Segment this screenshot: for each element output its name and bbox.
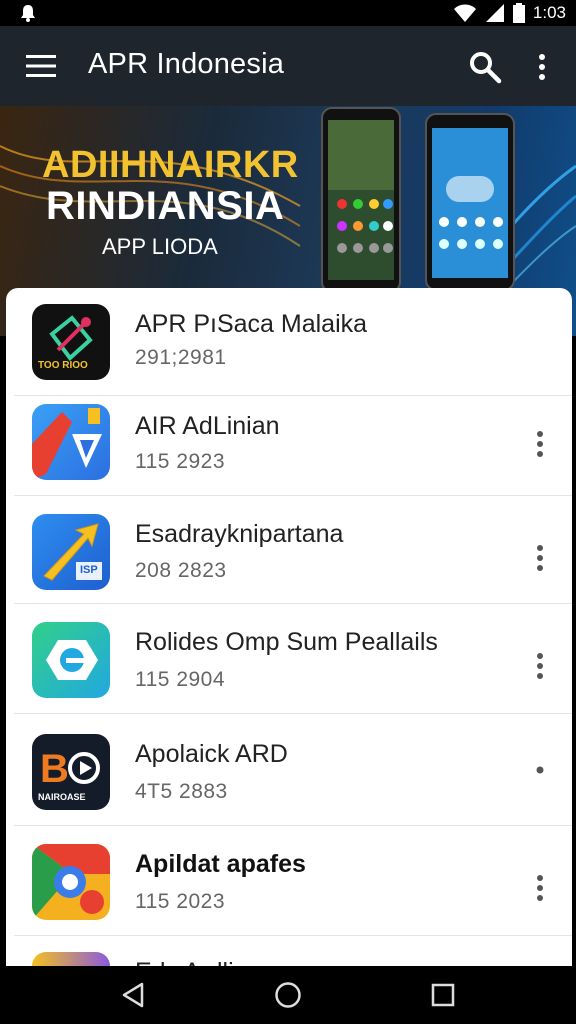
app-icon: B NAIROASE	[32, 734, 110, 810]
more-vert-icon[interactable]	[530, 428, 550, 460]
app-meta: 208 2823	[135, 559, 227, 582]
search-icon[interactable]	[468, 50, 502, 84]
list-item[interactable]: B NAIROASE Apolaick ARD 4T5 2883	[6, 718, 572, 826]
app-logo-icon	[32, 844, 110, 920]
status-time: 1:03	[532, 3, 566, 22]
battery-icon	[512, 3, 525, 23]
phone-image-1	[321, 107, 401, 293]
list-item[interactable]: ISP Esadrayknipartana 208 2823	[6, 496, 572, 604]
app-icon-label: NAIROASE	[38, 792, 86, 802]
app-name: Rolides Omp Sum Peallails	[135, 628, 438, 656]
app-bar: APR Indonesia	[0, 26, 576, 106]
app-name: Apolaick ARD	[135, 740, 288, 768]
recents-icon[interactable]	[428, 980, 458, 1010]
divider	[14, 825, 572, 826]
app-meta: 115 2923	[135, 450, 226, 473]
more-vert-icon[interactable]	[530, 872, 550, 904]
app-logo-icon	[43, 523, 102, 581]
app-name: Esadrayknipartana	[135, 520, 344, 548]
list-item[interactable]: Apildat apafes 115 2023	[6, 828, 572, 936]
status-bar: 1:03	[0, 0, 576, 26]
divider	[14, 935, 572, 936]
divider	[14, 713, 572, 714]
app-name: Apildat apafes	[135, 850, 306, 878]
app-meta: 291;2981	[135, 346, 227, 369]
more-vert-icon[interactable]	[530, 650, 550, 682]
list-item[interactable]: TOO RIOO APR PıSaca Malaika 291;2981	[6, 288, 572, 396]
banner-subtitle: APP LIODA	[102, 234, 218, 259]
app-icon	[32, 622, 110, 698]
notification-icon	[21, 5, 35, 22]
divider	[14, 603, 572, 604]
app-meta: 4T5 2883	[135, 780, 228, 803]
signal-icon	[485, 4, 504, 22]
home-icon[interactable]	[273, 980, 303, 1010]
app-icon: ISP	[32, 514, 110, 590]
app-list: TOO RIOO APR PıSaca Malaika 291;2981 AIR…	[6, 288, 572, 988]
app-icon-label: ISP	[80, 564, 98, 576]
more-vert-icon[interactable]	[530, 542, 550, 574]
list-item[interactable]: Rolides Omp Sum Peallails 115 2904	[6, 606, 572, 714]
app-icon	[32, 404, 110, 480]
app-icon	[32, 844, 110, 920]
back-icon[interactable]	[118, 980, 148, 1010]
dot-icon[interactable]	[530, 754, 550, 786]
menu-icon[interactable]	[24, 52, 58, 80]
page-title: APR Indonesia	[88, 48, 285, 80]
svg-text:B: B	[40, 747, 69, 791]
app-logo-icon	[32, 408, 102, 480]
more-vert-icon[interactable]	[530, 50, 554, 84]
app-meta: 115 2023	[135, 890, 226, 913]
app-name: AIR AdLinian	[135, 412, 280, 440]
app-meta: 115 2904	[135, 668, 226, 691]
app-icon-label: TOO RIOO	[38, 360, 88, 371]
wifi-icon	[453, 4, 476, 22]
banner-title-line2: RINDIANSIA	[46, 184, 285, 228]
app-icon: TOO RIOO	[32, 304, 110, 380]
navigation-bar	[0, 966, 576, 1024]
app-logo-icon	[46, 640, 98, 680]
list-item[interactable]: AIR AdLinian 115 2923	[6, 388, 572, 496]
app-name: APR PıSaca Malaika	[135, 310, 368, 338]
phone-image-2	[425, 113, 515, 291]
banner-title-line1: ADIIHNAIRKR	[42, 144, 299, 186]
